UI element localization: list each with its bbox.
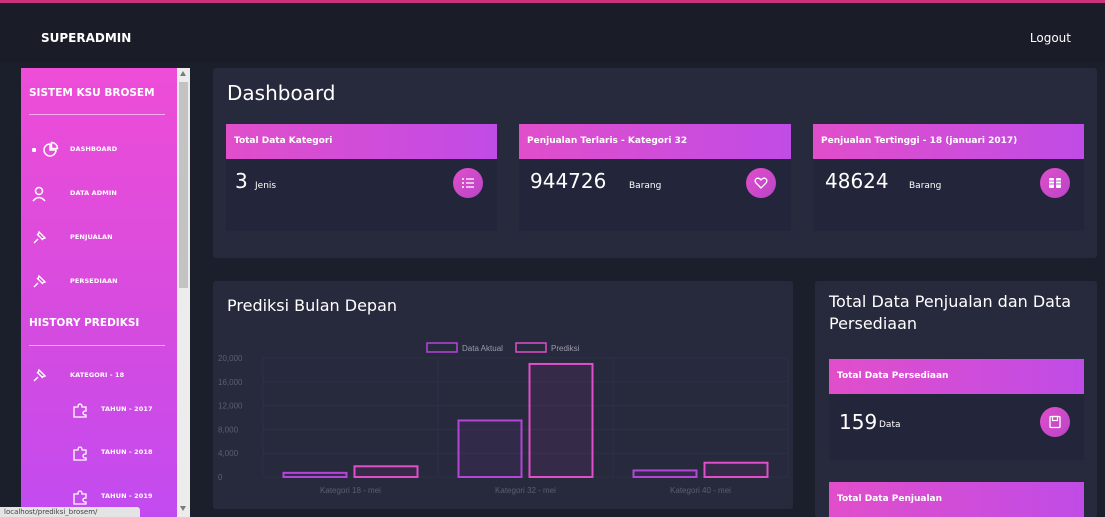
y-tick-label: 8,000: [218, 425, 239, 434]
card-unit: Data: [879, 420, 901, 430]
y-tick-label: 20,000: [218, 354, 243, 363]
card-body-tertinggi: 48624 Barang: [813, 159, 1084, 231]
list-icon: [453, 168, 483, 198]
page-title: Dashboard: [227, 81, 336, 105]
chart-bar: [632, 469, 698, 479]
y-tick-label: 0: [218, 473, 223, 482]
chart-bar: [353, 465, 419, 478]
card-unit: Barang: [629, 181, 662, 191]
active-indicator: [32, 148, 36, 152]
chart-bar: [282, 471, 348, 479]
card-header-terlaris: Penjualan Terlaris - Kategori 32: [519, 124, 791, 159]
legend-label: Data Aktual: [462, 344, 503, 353]
sidebar-item-dashboard[interactable]: DASHBOARD: [21, 137, 177, 163]
card-unit: Barang: [909, 181, 942, 191]
status-bar-url: localhost/prediksi_brosem/: [0, 507, 140, 517]
sidebar-item-label: TAHUN - 2018: [101, 448, 153, 456]
pin-icon: [30, 273, 48, 291]
legend-swatch: [515, 342, 547, 353]
sidebar-scrollbar[interactable]: [177, 68, 190, 517]
card-header-persediaan: Total Data Persediaan: [829, 359, 1084, 394]
pie-chart-icon: [41, 141, 59, 159]
x-tick-label: Kategori 40 - mei: [670, 486, 731, 495]
chart-bar: [457, 419, 523, 478]
chart-bar: [528, 362, 594, 479]
card-value: 944726: [530, 169, 607, 193]
y-tick-label: 12,000: [218, 402, 243, 411]
puzzle-icon: [71, 444, 89, 462]
prediction-chart: Data Aktual Prediksi 0 4,000 8,000 12,000 16,0…: [218, 342, 789, 495]
y-tick-label: 4,000: [218, 449, 239, 458]
card-value: 3: [235, 169, 248, 193]
pin-icon: [30, 229, 48, 247]
top-navbar: SUPERADMIN Logout: [0, 3, 1105, 63]
sidebar-item-label: DATA ADMIN: [70, 189, 117, 197]
legend-swatch: [426, 342, 458, 353]
y-tick-label: 16,000: [218, 378, 243, 387]
sidebar-item-tahun-2018[interactable]: TAHUN - 2018: [21, 440, 177, 466]
card-value: 48624: [825, 169, 889, 193]
chart-bar: [703, 461, 769, 479]
scrollbar-thumb[interactable]: [179, 82, 188, 288]
sidebar-item-penjualan[interactable]: PENJUALAN: [21, 225, 177, 251]
sidebar-item-label: PERSEDIAAN: [70, 277, 118, 285]
puzzle-icon: [71, 488, 89, 506]
card-body-terlaris: 944726 Barang: [519, 159, 791, 231]
x-tick-label: Kategori 18 - mei: [320, 486, 381, 495]
sidebar-section-history: HISTORY PREDIKSI: [29, 317, 140, 329]
sidebar-section-sistem: SISTEM KSU BROSEM: [29, 87, 155, 99]
card-header-kategori: Total Data Kategori: [226, 124, 497, 159]
pin-icon: [30, 367, 48, 385]
sidebar-divider: [29, 114, 165, 115]
brand-label: SUPERADMIN: [41, 31, 132, 45]
heart-icon: [746, 168, 776, 198]
sidebar-item-tahun-2017[interactable]: TAHUN - 2017: [21, 397, 177, 423]
sidebar-item-label: TAHUN - 2017: [101, 405, 153, 413]
card-body-kategori: 3 Jenis: [226, 159, 497, 231]
scroll-down-arrow-icon[interactable]: [180, 506, 186, 511]
totals-title: Total Data Penjualan dan Data Persediaan: [829, 292, 1072, 333]
sidebar-item-label: PENJUALAN: [70, 233, 113, 241]
card-value: 159: [839, 410, 878, 434]
save-icon: [1040, 407, 1070, 437]
sidebar-item-label: DASHBOARD: [70, 145, 118, 153]
logout-link[interactable]: Logout: [1030, 31, 1071, 45]
puzzle-icon: [71, 401, 89, 419]
chart-title: Prediksi Bulan Depan: [227, 296, 398, 315]
legend-label: Prediksi: [551, 344, 580, 353]
card-unit: Jenis: [255, 181, 277, 191]
sidebar-item-label: KATEGORI - 18: [70, 371, 125, 379]
user-icon: [30, 185, 48, 203]
sidebar-item-data-admin[interactable]: DATA ADMIN: [21, 181, 177, 207]
x-tick-label: Kategori 32 - mei: [495, 486, 556, 495]
sidebar-item-persediaan[interactable]: PERSEDIAAN: [21, 269, 177, 295]
card-header-penjualan: Total Data Penjualan: [829, 482, 1084, 517]
sidebar-item-label: TAHUN - 2019: [101, 492, 153, 500]
sidebar-divider: [29, 345, 165, 346]
coins-icon: [1040, 168, 1070, 198]
card-header-tertinggi: Penjualan Tertinggi - 18 (januari 2017): [813, 124, 1084, 159]
sidebar-item-kategori-18[interactable]: KATEGORI - 18: [21, 363, 177, 389]
scroll-up-arrow-icon[interactable]: [180, 71, 186, 76]
card-body-persediaan: 159 Data: [829, 394, 1084, 460]
sidebar: SISTEM KSU BROSEM DASHBOARD DATA ADMIN P…: [21, 68, 177, 517]
